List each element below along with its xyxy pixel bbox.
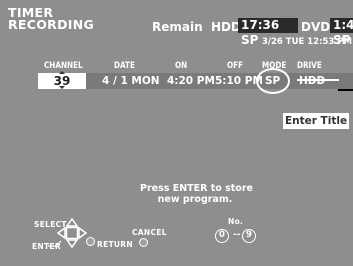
on-time-field[interactable]: 4:20 PM bbox=[167, 73, 215, 89]
column-header-drive: DRIVE bbox=[297, 61, 322, 71]
cancel-button-icon[interactable] bbox=[139, 238, 148, 247]
hdd-remaining-time: 17:36 SP bbox=[238, 18, 298, 47]
timer-recording-screen: TIMER RECORDING Remain HDD 17:36 SP DVD … bbox=[0, 0, 353, 266]
instruction-line-1: Press ENTER to store bbox=[140, 183, 253, 194]
cancel-label: CANCEL bbox=[132, 228, 167, 237]
title-line-2: RECORDING bbox=[8, 17, 95, 32]
date-field[interactable]: 4 / 1 MON bbox=[102, 73, 160, 89]
remain-label: Remain bbox=[152, 20, 203, 34]
drive-strikethrough bbox=[297, 79, 339, 81]
column-header-channel: CHANNEL bbox=[44, 61, 83, 71]
enter-pointer-icon bbox=[48, 240, 62, 247]
instruction-line-2: new program. bbox=[157, 194, 233, 205]
number-zero-button[interactable]: 0 bbox=[215, 229, 229, 243]
hdd-label: HDD bbox=[211, 20, 241, 34]
column-header-date: DATE bbox=[114, 61, 135, 71]
column-header-off: OFF bbox=[227, 61, 244, 71]
return-button-icon[interactable] bbox=[86, 237, 95, 246]
channel-down-caret bbox=[59, 86, 65, 89]
screen-title: TIMER RECORDING bbox=[8, 6, 95, 32]
return-label: RETURN bbox=[97, 240, 133, 249]
instruction-message: Press ENTER to store new program. bbox=[140, 183, 253, 205]
current-datetime: 3/26 TUE 12:53 PM bbox=[262, 37, 352, 47]
number-label: No. bbox=[228, 217, 244, 226]
dvd-label: DVD bbox=[301, 20, 331, 34]
number-range-separator: -- bbox=[233, 230, 241, 240]
channel-up-caret bbox=[59, 71, 65, 74]
drive-field[interactable]: HDD bbox=[299, 73, 325, 89]
column-header-on: ON bbox=[175, 61, 188, 71]
dvd-remaining-time: 1:42 SP bbox=[330, 18, 353, 47]
number-nine-button[interactable]: 9 bbox=[242, 229, 256, 243]
callout-leader-line bbox=[338, 89, 353, 91]
enter-title-button[interactable]: Enter Title bbox=[283, 113, 349, 129]
mode-highlight-circle bbox=[256, 68, 290, 94]
